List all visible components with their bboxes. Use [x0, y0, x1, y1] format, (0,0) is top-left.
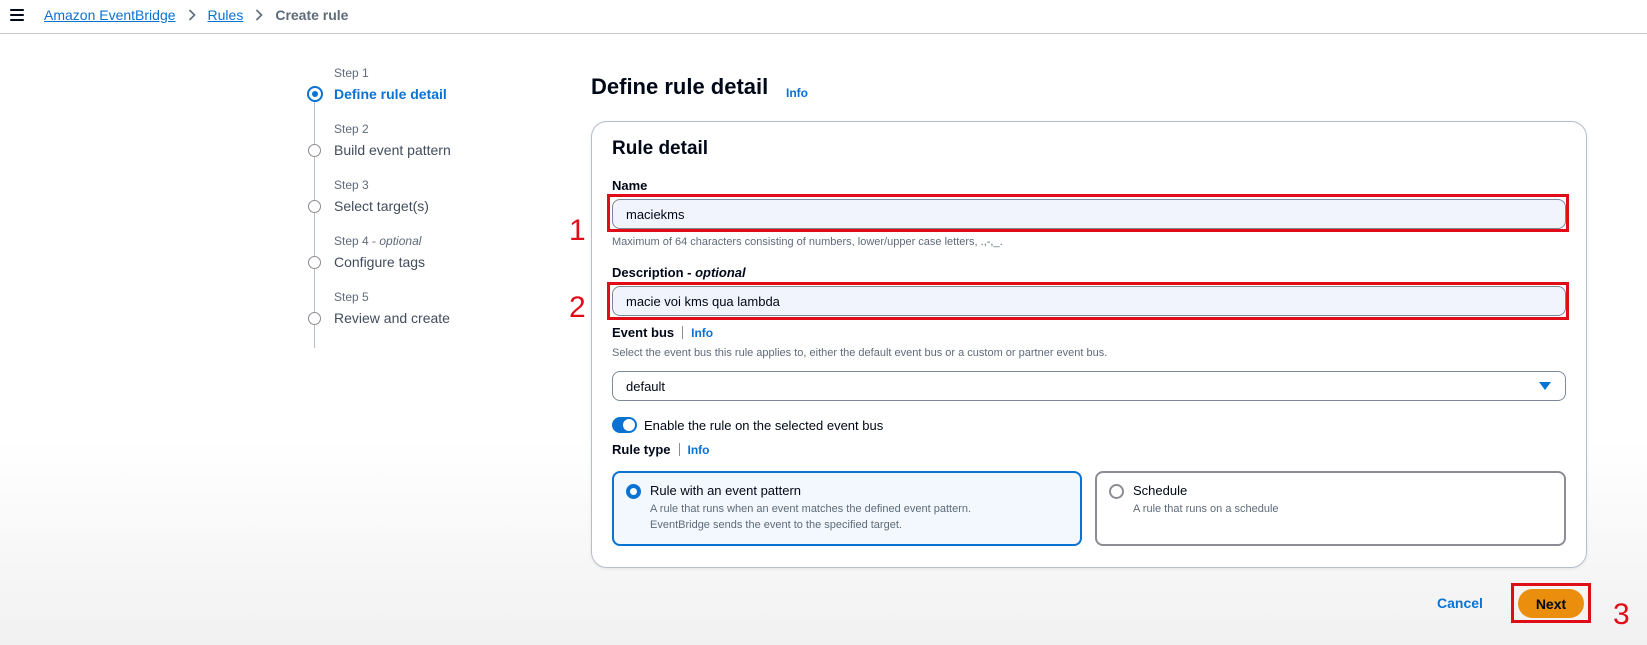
divider — [682, 326, 684, 339]
step-number: Step 5 — [334, 290, 369, 304]
caret-down-icon — [1539, 382, 1551, 390]
enable-rule-toggle[interactable] — [612, 417, 637, 433]
step-title: Select target(s) — [334, 198, 429, 214]
annotation-number: 1 — [569, 214, 586, 247]
event-bus-label-text: Event bus — [612, 325, 675, 340]
rule-type-schedule-tile[interactable]: Schedule A rule that runs on a schedule — [1095, 471, 1566, 546]
annotation-box-description — [607, 282, 1569, 320]
optional-tag: optional — [695, 265, 746, 280]
breadcrumb-rules-link[interactable]: Rules — [208, 7, 244, 23]
radio-unselected-icon[interactable] — [1109, 484, 1124, 499]
rule-type-info-link[interactable]: Info — [688, 443, 710, 457]
step-title: Review and create — [334, 310, 450, 326]
step-connector — [314, 268, 315, 348]
step-number: Step 2 — [334, 122, 369, 136]
step-number: Step 1 — [334, 66, 369, 80]
step-pending-icon — [308, 256, 321, 269]
enable-rule-label: Enable the rule on the selected event bu… — [644, 418, 884, 433]
cancel-button[interactable]: Cancel — [1437, 595, 1483, 611]
step-number: Step 4 - optional — [334, 234, 422, 248]
chevron-right-icon — [188, 9, 196, 21]
event-bus-hint: Select the event bus this rule applies t… — [612, 347, 1108, 359]
annotation-box-name — [607, 194, 1569, 232]
page-title: Define rule detail — [591, 74, 769, 99]
event-bus-label: Event bus Info — [612, 325, 713, 340]
name-label: Name — [612, 178, 648, 193]
tile-description: A rule that runs when an event matches t… — [650, 501, 1070, 533]
step-number-text: Step 4 — [334, 234, 369, 248]
step-title: Configure tags — [334, 254, 426, 270]
event-bus-selected-value: default — [626, 379, 666, 394]
tile-desc-line: EventBridge sends the event to the speci… — [650, 519, 902, 531]
breadcrumb-current: Create rule — [275, 7, 349, 23]
top-navigation-bar: Amazon EventBridge Rules Create rule — [0, 0, 1647, 34]
breadcrumb: Amazon EventBridge Rules Create rule — [44, 7, 348, 23]
step-pending-icon — [308, 312, 321, 325]
rule-detail-panel: Rule detail Name maciekms Maximum of 64 … — [591, 121, 1587, 568]
tile-title: Rule with an event pattern — [650, 483, 802, 498]
event-bus-info-link[interactable]: Info — [691, 326, 713, 340]
step-title: Build event pattern — [334, 142, 451, 158]
tile-title: Schedule — [1133, 483, 1188, 498]
step-current-icon — [307, 86, 323, 102]
step-pending-icon — [308, 200, 321, 213]
tile-desc-line: A rule that runs on a schedule — [1133, 503, 1279, 515]
optional-tag: optional — [379, 234, 422, 248]
tile-description: A rule that runs on a schedule — [1133, 501, 1553, 517]
rule-type-event-pattern-tile[interactable]: Rule with an event pattern A rule that r… — [612, 471, 1082, 546]
radio-selected-icon[interactable] — [626, 484, 641, 499]
annotation-number: 3 — [1613, 598, 1630, 631]
event-bus-select[interactable]: default — [612, 371, 1566, 401]
rule-type-label-text: Rule type — [612, 442, 671, 457]
step-pending-icon — [308, 144, 321, 157]
name-hint: Maximum of 64 characters consisting of n… — [612, 236, 1003, 248]
panel-header: Rule detail — [612, 138, 709, 159]
step-number: Step 3 — [334, 178, 369, 192]
description-label: Description - optional — [612, 265, 746, 280]
step-title[interactable]: Define rule detail — [334, 86, 447, 102]
divider — [678, 443, 680, 456]
breadcrumb-eventbridge-link[interactable]: Amazon EventBridge — [44, 7, 176, 23]
description-label-text: Description - — [612, 265, 696, 280]
chevron-right-icon — [255, 9, 263, 21]
annotation-number: 2 — [569, 291, 586, 324]
page-info-link[interactable]: Info — [786, 86, 808, 100]
tile-desc-line: A rule that runs when an event matches t… — [650, 503, 972, 515]
menu-icon[interactable] — [10, 9, 24, 21]
annotation-box-next — [1511, 583, 1591, 623]
rule-type-label: Rule type Info — [612, 442, 710, 457]
